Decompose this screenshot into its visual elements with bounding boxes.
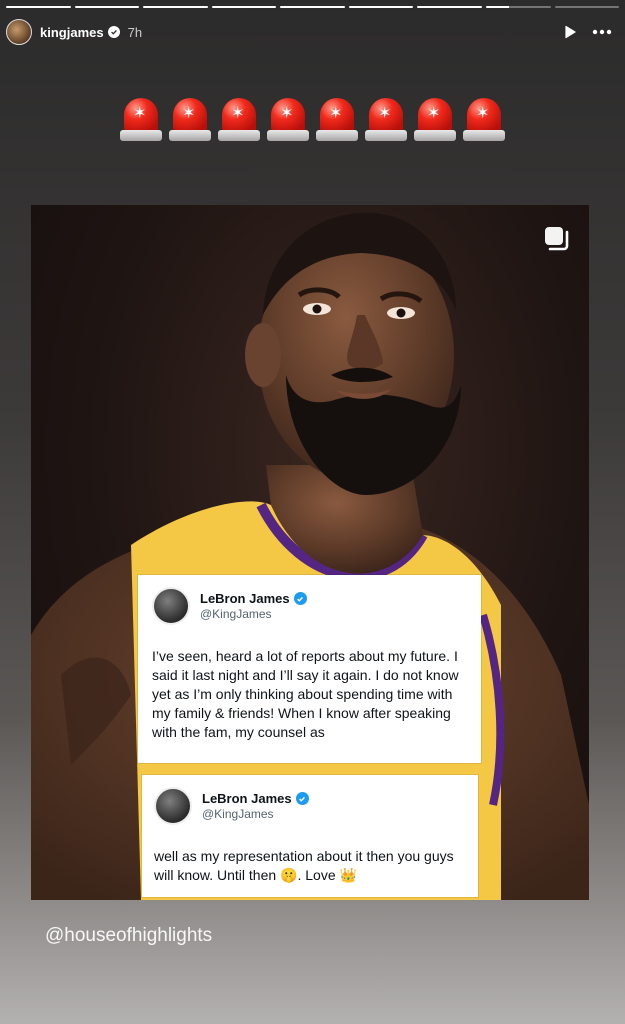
tweet-text: I’ve seen, heard a lot of reports about … (152, 648, 459, 740)
mention-sticker[interactable]: @houseofhighlights (45, 925, 212, 947)
progress-fill (348, 6, 414, 8)
progress-fill (6, 6, 71, 8)
tweet-author-name: LeBron James (200, 591, 307, 606)
progress-fill (485, 6, 509, 8)
tweet-text: well as my representation about it then … (154, 848, 454, 883)
shared-post[interactable]: LeBron James @KingJames I’ve seen, heard… (31, 205, 589, 900)
tweet-avatar (152, 587, 190, 625)
tweet-card: LeBron James @KingJames well as my repre… (142, 775, 478, 897)
progress-segment (417, 6, 482, 8)
progress-fill (143, 6, 208, 8)
more-options-button[interactable] (589, 19, 615, 45)
siren-sticker-row: ✶ ✶ ✶ ✶ ✶ ✶ ✶ ✶ (0, 96, 625, 144)
police-siren-icon: ✶ (316, 96, 358, 144)
progress-segment (280, 6, 345, 8)
tweet-card: LeBron James @KingJames I’ve seen, heard… (138, 575, 481, 763)
post-time: 7h (127, 24, 143, 40)
verified-badge-icon (107, 26, 120, 38)
more-icon (592, 29, 612, 35)
police-siren-icon: ✶ (463, 96, 505, 144)
police-siren-icon: ✶ (365, 96, 407, 144)
police-siren-icon: ✶ (414, 96, 456, 144)
verified-check-icon (295, 792, 309, 805)
police-siren-icon: ✶ (169, 96, 211, 144)
progress-fill (417, 6, 482, 8)
police-siren-icon: ✶ (120, 96, 162, 144)
multiple-images-icon[interactable] (543, 225, 571, 253)
progress-segment (6, 6, 71, 8)
tweet-author-name-text: LeBron James (202, 791, 292, 806)
progress-segment (485, 6, 551, 8)
play-button[interactable] (557, 19, 583, 45)
police-siren-icon: ✶ (218, 96, 260, 144)
progress-segment (554, 6, 620, 8)
progress-fill (74, 6, 140, 8)
progress-segment (74, 6, 140, 8)
progress-segment (143, 6, 208, 8)
verified-check-icon (293, 592, 307, 605)
tweet-author-name: LeBron James (202, 791, 309, 806)
progress-fill (211, 6, 277, 8)
avatar[interactable] (6, 19, 32, 45)
story-progress-bar (6, 6, 620, 8)
tweet-avatar (154, 787, 192, 825)
story-header: kingjames 7h (6, 18, 615, 46)
progress-fill (280, 6, 345, 8)
police-siren-icon: ✶ (267, 96, 309, 144)
progress-segment (211, 6, 277, 8)
tweet-author-name-text: LeBron James (200, 591, 290, 606)
tweet-handle: @KingJames (200, 607, 272, 621)
tweet-handle: @KingJames (202, 807, 274, 821)
username[interactable]: kingjames (40, 25, 104, 40)
progress-segment (348, 6, 414, 8)
play-icon (565, 25, 576, 39)
